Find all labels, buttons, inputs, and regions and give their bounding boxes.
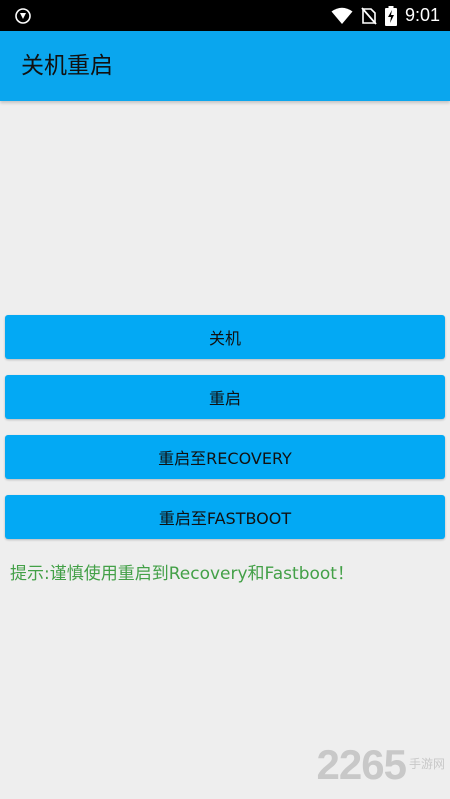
watermark-logo: 2265 — [316, 741, 407, 788]
wifi-icon — [331, 7, 353, 25]
no-sim-icon — [361, 6, 377, 25]
reboot-button[interactable]: 重启 — [5, 375, 445, 419]
status-icons: 9:01 — [331, 0, 440, 31]
tip-text: 提示:谨慎使用重启到Recovery和Fastboot！ — [10, 564, 354, 584]
status-bar: 9:01 — [0, 0, 450, 31]
reboot-fastboot-button[interactable]: 重启至FASTBOOT — [5, 495, 445, 539]
status-time: 9:01 — [404, 5, 440, 25]
watermark: 2265 手游网 — [316, 741, 445, 788]
battery-charging-icon — [384, 5, 397, 26]
reboot-recovery-button[interactable]: 重启至RECOVERY — [5, 435, 445, 479]
app-title: 关机重启 — [21, 53, 113, 79]
shutdown-button[interactable]: 关机 — [5, 315, 445, 359]
shield-icon — [15, 8, 31, 24]
app-bar: 关机重启 — [0, 31, 450, 101]
watermark-text: 手游网 — [408, 757, 445, 771]
